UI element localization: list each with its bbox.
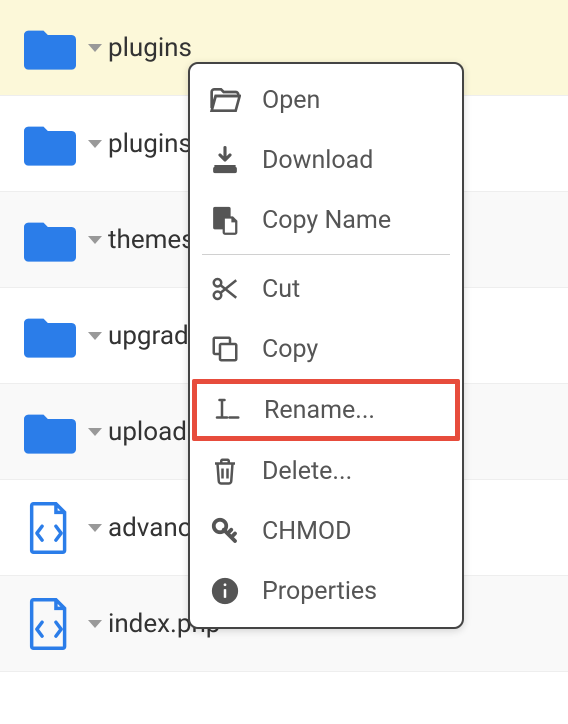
info-icon <box>208 574 242 608</box>
chevron-down-icon[interactable] <box>88 236 102 244</box>
menu-label: CHMOD <box>262 517 352 546</box>
menu-label: Cut <box>262 275 300 304</box>
menu-copy[interactable]: Copy <box>190 319 462 379</box>
folder-icon <box>24 218 76 262</box>
menu-label: Properties <box>262 577 377 606</box>
menu-chmod[interactable]: CHMOD <box>190 501 462 561</box>
file-label: plugins <box>108 129 192 159</box>
trash-icon <box>208 454 242 488</box>
menu-separator <box>202 254 450 255</box>
menu-label: Copy Name <box>262 206 391 235</box>
folder-icon <box>24 122 76 166</box>
chevron-down-icon[interactable] <box>88 428 102 436</box>
key-icon <box>208 514 242 548</box>
chevron-down-icon[interactable] <box>88 332 102 340</box>
scissors-icon <box>208 272 242 306</box>
chevron-down-icon[interactable] <box>88 524 102 532</box>
code-file-icon <box>28 598 70 650</box>
menu-label: Rename... <box>264 396 375 425</box>
code-file-icon <box>28 502 70 554</box>
menu-copy-name[interactable]: Copy Name <box>190 190 462 250</box>
file-label: uploads <box>108 417 200 447</box>
copy-icon <box>208 332 242 366</box>
menu-rename[interactable]: Rename... <box>192 379 460 441</box>
menu-label: Download <box>262 146 373 175</box>
open-folder-icon <box>208 83 242 117</box>
chevron-down-icon[interactable] <box>88 140 102 148</box>
context-menu: Open Download Copy Name Cut Copy Rename.… <box>188 62 464 629</box>
menu-label: Delete... <box>262 457 352 486</box>
menu-download[interactable]: Download <box>190 130 462 190</box>
menu-properties[interactable]: Properties <box>190 561 462 621</box>
menu-delete[interactable]: Delete... <box>190 441 462 501</box>
download-icon <box>208 143 242 177</box>
menu-label: Open <box>262 86 320 115</box>
copy-name-icon <box>208 203 242 237</box>
menu-open[interactable]: Open <box>190 70 462 130</box>
chevron-down-icon[interactable] <box>88 44 102 52</box>
file-label: plugins <box>108 33 192 63</box>
folder-icon <box>24 314 76 358</box>
menu-cut[interactable]: Cut <box>190 259 462 319</box>
folder-icon <box>24 26 76 70</box>
rename-icon <box>210 393 244 427</box>
file-label: themes <box>108 225 195 255</box>
menu-label: Copy <box>262 335 318 364</box>
folder-icon <box>24 410 76 454</box>
chevron-down-icon[interactable] <box>88 620 102 628</box>
